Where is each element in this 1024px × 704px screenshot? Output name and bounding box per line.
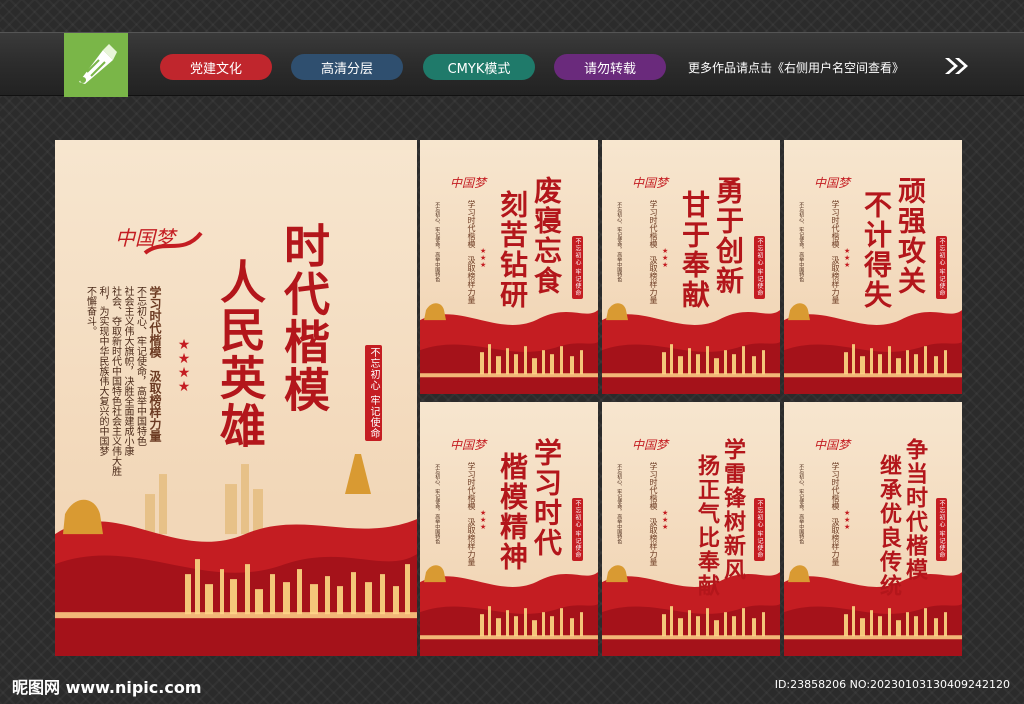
small-poster: 中国梦 勇于创新 甘于奉献 学习时代楷模 汲取榜样力量 不忘初心、牢记使命，高举… (602, 140, 780, 394)
brush-swoosh-icon (143, 231, 203, 255)
main-poster: 中国梦 时代楷模 人民英雄 学习时代楷模 汲取榜样力量 ★ ★ ★ ★ 不忘初心、牢记… (55, 140, 417, 656)
tag-party-culture[interactable]: 党建文化 (160, 54, 272, 80)
china-dream-mark: 中国梦 (632, 176, 669, 190)
poster-seal: 不忘初心 牢记使命 (572, 236, 583, 299)
poster-title-2: 刻苦钻研 (496, 190, 529, 310)
poster-title-2: 甘于奉献 (678, 190, 711, 310)
poster-body-text: 不忘初心、牢记使命，高举中国特色 (434, 202, 441, 282)
poster-body-text: 不忘初心、牢记使命，高举中国特色 (616, 202, 623, 282)
poster-body-text: 不忘初心、牢记使命，高举中国特色 (798, 464, 805, 544)
poster-subtitle: 学习时代楷模 汲取榜样力量 (831, 462, 840, 566)
poster-seal: 不忘初心 牢记使命 (754, 498, 765, 561)
site-watermark: 昵图网 www.nipic.com (12, 678, 202, 697)
main-body-text: 不忘初心、牢记使命，高举中国特色 社会主义伟大旗帜，决胜全面建成小康 社会、夺取… (84, 286, 146, 476)
tag-hd-layers[interactable]: 高清分层 (291, 54, 403, 80)
poster-title-1: 学习时代 (530, 438, 563, 558)
star-cluster: ★ ★ ★ (844, 509, 851, 531)
header-bar: 党建文化 高清分层 CMYK模式 请勿转载 更多作品请点击《右侧用户名空间查看》 (0, 32, 1024, 97)
double-chevron-right-icon[interactable] (943, 57, 971, 75)
poster-body-text: 不忘初心、牢记使命，高举中国特色 (798, 202, 805, 282)
poster-title-2: 楷模精神 (496, 452, 529, 572)
poster-subtitle: 学习时代楷模 汲取榜样力量 (467, 200, 476, 304)
small-poster: 中国梦 废寝忘食 刻苦钻研 学习时代楷模 汲取榜样力量 不忘初心、牢记使命，高举… (420, 140, 598, 394)
poster-title-1: 废寝忘食 (530, 176, 563, 296)
pen-nib-icon (79, 44, 117, 84)
main-subtitle: 学习时代楷模 汲取榜样力量 (148, 286, 162, 442)
poster-subtitle: 学习时代楷模 汲取榜样力量 (649, 200, 658, 304)
poster-title-2: 继承优良传统 (876, 454, 902, 598)
star-cluster: ★ ★ ★ (480, 509, 487, 531)
image-id-text: ID:23858206 NO:20230103130409242120 (774, 678, 1010, 691)
small-poster: 中国梦 学雷锋树新风 扬正气比奉献 学习时代楷模 汲取榜样力量 不忘初心、牢记使… (602, 402, 780, 656)
tag-no-repost[interactable]: 请勿转载 (554, 54, 666, 80)
poster-seal: 不忘初心 牢记使命 (572, 498, 583, 561)
star-cluster: ★ ★ ★ (662, 247, 669, 269)
star-cluster: ★ ★ ★ ★ (177, 337, 191, 395)
star-cluster: ★ ★ ★ (844, 247, 851, 269)
china-dream-mark: 中国梦 (814, 176, 851, 190)
china-dream-mark: 中国梦 (450, 438, 487, 452)
poster-body-text: 不忘初心、牢记使命，高举中国特色 (616, 464, 623, 544)
china-dream-mark: 中国梦 (814, 438, 851, 452)
small-poster: 中国梦 学习时代 楷模精神 学习时代楷模 汲取榜样力量 不忘初心、牢记使命，高举… (420, 402, 598, 656)
small-poster: 中国梦 争当时代楷模 继承优良传统 学习时代楷模 汲取榜样力量 不忘初心、牢记使… (784, 402, 962, 656)
poster-title-1: 争当时代楷模 (902, 438, 928, 582)
poster-title-2: 扬正气比奉献 (694, 454, 720, 598)
main-title-2: 人民英雄 (213, 258, 267, 450)
poster-title-1: 学雷锋树新风 (720, 438, 746, 582)
china-dream-mark: 中国梦 (632, 438, 669, 452)
main-seal: 不忘初心 牢记使命 (365, 345, 382, 442)
small-poster: 中国梦 顽强攻关 不计得失 学习时代楷模 汲取榜样力量 不忘初心、牢记使命，高举… (784, 140, 962, 394)
star-cluster: ★ ★ ★ (662, 509, 669, 531)
poster-body-text: 不忘初心、牢记使命，高举中国特色 (434, 464, 441, 544)
footer-bar: 昵图网 www.nipic.com ID:23858206 NO:2023010… (0, 664, 1024, 704)
site-logo[interactable] (64, 33, 128, 97)
main-title-1: 时代楷模 (277, 222, 331, 414)
poster-title-1: 顽强攻关 (894, 176, 927, 296)
star-cluster: ★ ★ ★ (480, 247, 487, 269)
poster-seal: 不忘初心 牢记使命 (936, 236, 947, 299)
poster-subtitle: 学习时代楷模 汲取榜样力量 (467, 462, 476, 566)
more-works-link[interactable]: 更多作品请点击《右侧用户名空间查看》 (688, 59, 904, 76)
poster-title-2: 不计得失 (860, 190, 893, 310)
poster-title-1: 勇于创新 (712, 176, 745, 296)
tag-cmyk-mode[interactable]: CMYK模式 (423, 54, 535, 80)
poster-subtitle: 学习时代楷模 汲取榜样力量 (649, 462, 658, 566)
china-dream-mark: 中国梦 (450, 176, 487, 190)
poster-seal: 不忘初心 牢记使命 (936, 498, 947, 561)
poster-subtitle: 学习时代楷模 汲取榜样力量 (831, 200, 840, 304)
poster-seal: 不忘初心 牢记使命 (754, 236, 765, 299)
